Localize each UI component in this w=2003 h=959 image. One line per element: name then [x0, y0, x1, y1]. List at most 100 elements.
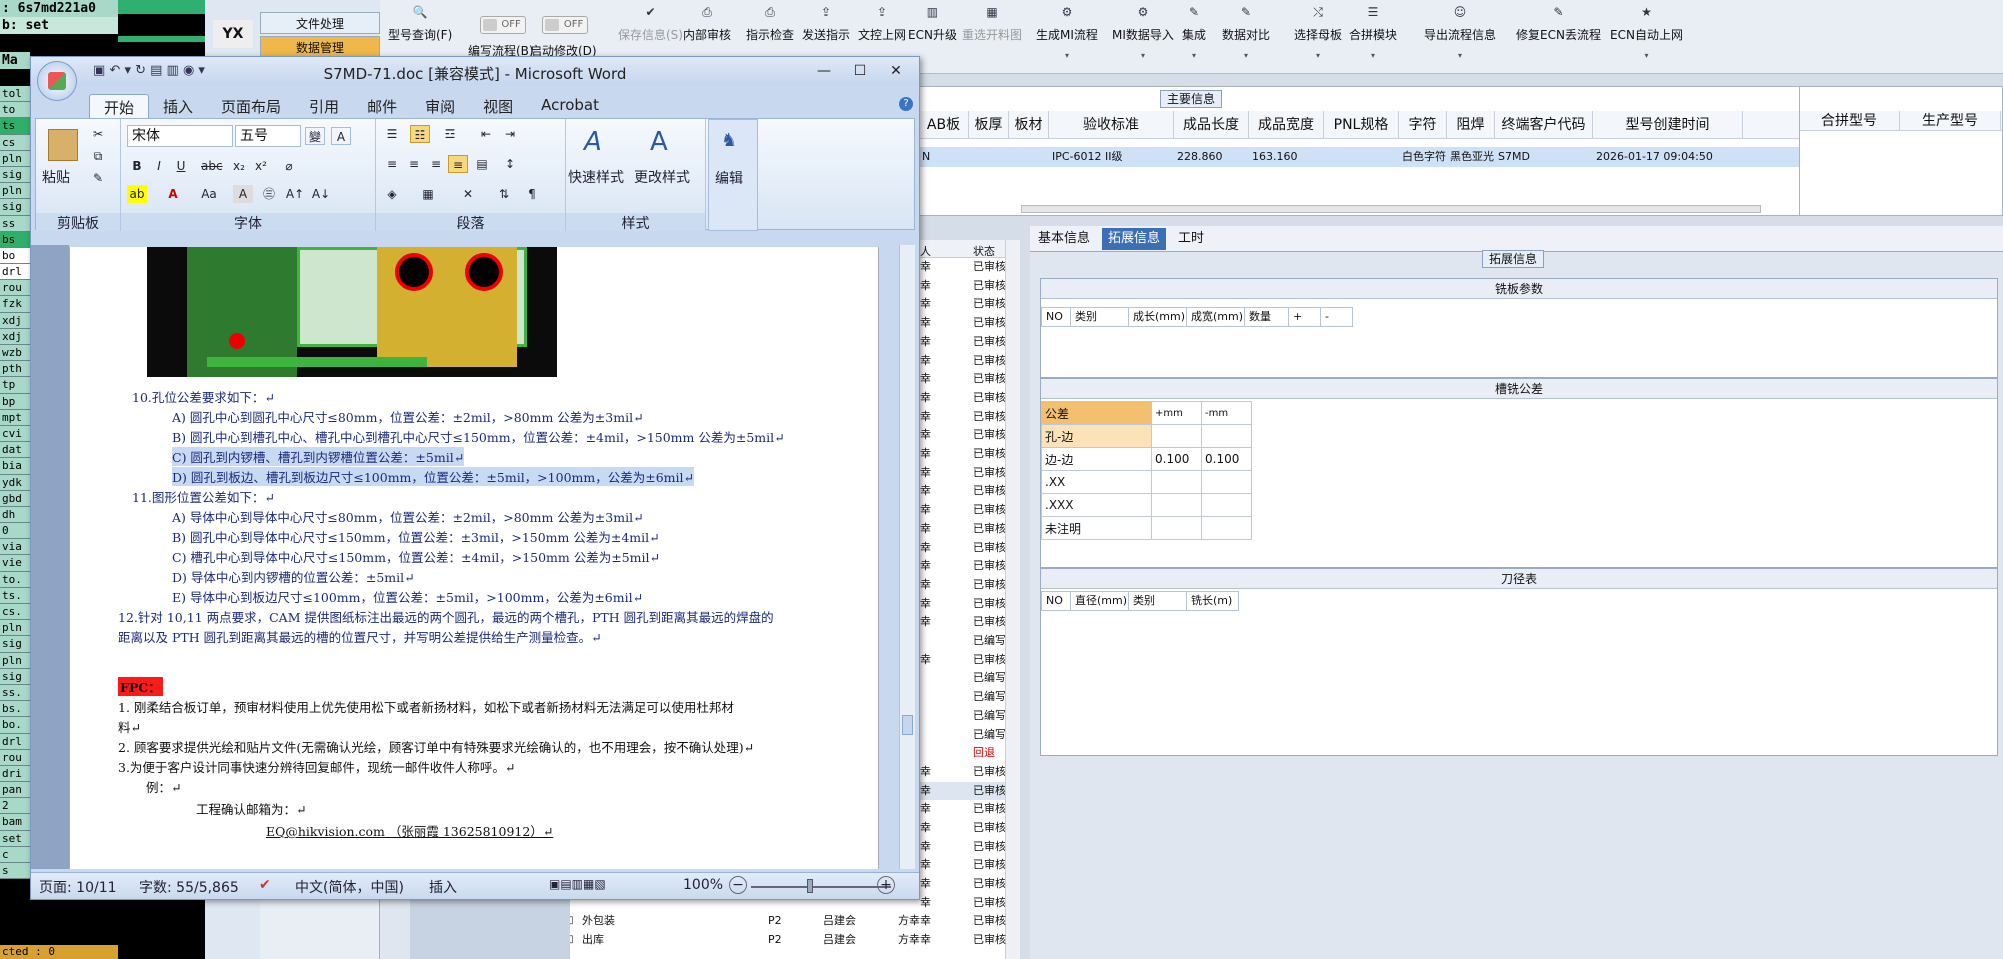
- toolbar-button[interactable]: OFF 启动修改(D): [530, 8, 597, 59]
- italic-icon[interactable]: I: [149, 157, 169, 175]
- terminal-layer-item[interactable]: ss.: [0, 684, 31, 702]
- plate-col-header[interactable]: 类别: [1071, 307, 1129, 327]
- zoom-out-icon[interactable]: −: [729, 876, 747, 894]
- toggle-switch[interactable]: OFF: [542, 16, 589, 34]
- copy-icon[interactable]: ⧉: [88, 147, 108, 165]
- char-border-icon[interactable]: A: [331, 127, 351, 145]
- terminal-layer-item[interactable]: bo: [0, 247, 31, 265]
- view-buttons[interactable]: ▣▤▥▦▧: [549, 877, 606, 891]
- toolbar-button[interactable]: ⇪ 发送指示: [802, 4, 850, 43]
- terminal-layer-item[interactable]: to.: [0, 571, 31, 588]
- terminal-layer-item[interactable]: cs: [0, 134, 31, 151]
- slot-row[interactable]: 孔-边: [1041, 424, 1252, 448]
- terminal-layer-item[interactable]: vie: [0, 555, 31, 572]
- terminal-layer-item[interactable]: wzb: [0, 345, 31, 362]
- align-center-icon[interactable]: ≡: [404, 155, 424, 173]
- align-left-icon[interactable]: ≡: [382, 155, 402, 173]
- tool-col-header[interactable]: NO: [1041, 591, 1071, 611]
- font-size-select[interactable]: 五号: [235, 125, 301, 147]
- main-info-col-header[interactable]: 板材: [1009, 111, 1049, 138]
- terminal-layer-item[interactable]: dh: [0, 506, 31, 524]
- plate-col-header[interactable]: 成长(mm): [1129, 307, 1187, 327]
- terminal-layer-item[interactable]: xdj: [0, 328, 31, 345]
- decrease-indent-icon[interactable]: ⇤: [476, 125, 496, 143]
- terminal-layer-item[interactable]: bia: [0, 458, 31, 475]
- terminal-layer-item[interactable]: sig: [0, 166, 31, 184]
- increase-indent-icon[interactable]: ⇥: [500, 125, 520, 143]
- terminal-layer-item[interactable]: tol: [0, 86, 31, 103]
- toolbar-button[interactable]: ⚙ 生成MI流程 ▾: [1036, 4, 1098, 60]
- main-info-col-header[interactable]: 成品宽度: [1249, 111, 1324, 138]
- quick-style-icon[interactable]: A: [584, 127, 602, 157]
- change-case-icon[interactable]: Aa: [199, 185, 219, 203]
- slot-plus-cell[interactable]: [1151, 470, 1202, 494]
- terminal-layer-item[interactable]: mpt: [0, 409, 31, 426]
- terminal-layer-item[interactable]: rou: [0, 280, 31, 297]
- zoom-thumb[interactable]: [807, 879, 813, 893]
- slot-plus-cell[interactable]: [1151, 493, 1202, 517]
- terminal-layer-item[interactable]: sig: [0, 199, 31, 216]
- terminal-layer-item[interactable]: bs: [0, 231, 31, 248]
- chevron-down-icon[interactable]: ▾: [1036, 51, 1098, 60]
- show-marks-icon[interactable]: ¶: [522, 185, 542, 203]
- toolbar-button[interactable]: ✎ 修复ECN丢流程: [1516, 4, 1601, 43]
- ribbon-tab[interactable]: 邮件: [353, 94, 411, 118]
- plate-col-header[interactable]: +: [1289, 307, 1321, 327]
- terminal-layer-item[interactable]: pln: [0, 183, 31, 200]
- chevron-down-icon[interactable]: ▾: [1349, 51, 1397, 60]
- main-info-col-header[interactable]: 验收标准: [1049, 111, 1174, 138]
- terminal-layer-item[interactable]: cvi: [0, 425, 31, 443]
- terminal-layer-item[interactable]: sig: [0, 668, 31, 685]
- chevron-down-icon[interactable]: ▾: [1112, 51, 1174, 60]
- zoom-slider[interactable]: [751, 886, 891, 888]
- align-right-icon[interactable]: ≡: [426, 155, 446, 173]
- subscript-icon[interactable]: x₂: [229, 157, 249, 175]
- chevron-down-icon[interactable]: ▾: [1424, 51, 1496, 60]
- merge-col-header[interactable]: 生产型号: [1900, 111, 2001, 130]
- slot-minus-cell[interactable]: [1201, 470, 1252, 494]
- numbering-icon[interactable]: ☷: [410, 125, 430, 143]
- format-painter-icon[interactable]: ✎: [88, 169, 108, 187]
- main-info-col-header[interactable]: 字符: [1399, 111, 1447, 138]
- change-style-button[interactable]: 更改样式: [634, 167, 690, 187]
- slot-tolerance-table[interactable]: 公差 +mm -mm 孔-边 边-边 0.100 0.100 .XX .XXX 未注明: [1041, 401, 1252, 540]
- superscript-icon[interactable]: x²: [251, 157, 271, 175]
- terminal-layer-item[interactable]: ts: [0, 118, 31, 135]
- change-style-icon[interactable]: A: [650, 127, 668, 157]
- toolbar-button[interactable]: ✔ 保存信息(S): [618, 4, 683, 43]
- chevron-down-icon[interactable]: ▾: [1222, 51, 1270, 60]
- edit-button[interactable]: 编辑: [715, 168, 743, 188]
- insert-mode[interactable]: 插入: [429, 877, 457, 897]
- underline-icon[interactable]: U: [171, 157, 191, 175]
- slot-minus-cell[interactable]: [1201, 516, 1252, 540]
- slot-minus-cell[interactable]: [1201, 493, 1252, 517]
- toolbar-button[interactable]: ▦ 重选开料图: [962, 4, 1022, 43]
- minimize-button[interactable]: —: [807, 61, 841, 81]
- terminal-layer-item[interactable]: ydk: [0, 474, 31, 491]
- terminal-layer-item[interactable]: bp: [0, 393, 31, 410]
- terminal-layer-item[interactable]: 0: [0, 523, 31, 540]
- page-count[interactable]: 页面: 10/11: [39, 877, 117, 897]
- slot-minus-cell[interactable]: 0.100: [1201, 447, 1252, 471]
- ribbon-tab[interactable]: 插入: [149, 94, 207, 118]
- borders-icon[interactable]: ▦: [418, 185, 438, 203]
- toolbar-button[interactable]: ☰ 合拼模块 ▾: [1349, 4, 1397, 60]
- terminal-layer-item[interactable]: pln: [0, 652, 31, 669]
- distribute-icon[interactable]: ▤: [472, 155, 492, 173]
- grow-font-2-icon[interactable]: A↑: [285, 185, 305, 203]
- line-spacing-icon[interactable]: ↕: [500, 155, 520, 173]
- toolbar-button[interactable]: OFF 编写流程(B): [468, 8, 534, 59]
- slot-row[interactable]: .XX: [1041, 470, 1252, 494]
- strikethrough-icon[interactable]: abc: [201, 157, 223, 175]
- terminal-layer-item[interactable]: pan: [0, 782, 31, 799]
- proofing-icon[interactable]: ✔: [259, 877, 271, 893]
- zoom-level[interactable]: 100%: [683, 877, 723, 893]
- toolbar-button[interactable]: ★ ECN自动上网 ▾: [1610, 4, 1683, 60]
- terminal-layer-item[interactable]: bo.: [0, 717, 31, 734]
- terminal-layer-item[interactable]: via: [0, 539, 31, 556]
- ribbon-tab[interactable]: 页面布局: [207, 94, 295, 118]
- plate-col-header[interactable]: 成宽(mm): [1187, 307, 1245, 327]
- word-count[interactable]: 字数: 55/5,865: [139, 877, 239, 897]
- terminal-layer-list[interactable]: tol to ts cs pln sig pln sig ss bs bo drl rou fzk xdj x…: [0, 86, 31, 880]
- ribbon-tab[interactable]: 引用: [295, 94, 353, 118]
